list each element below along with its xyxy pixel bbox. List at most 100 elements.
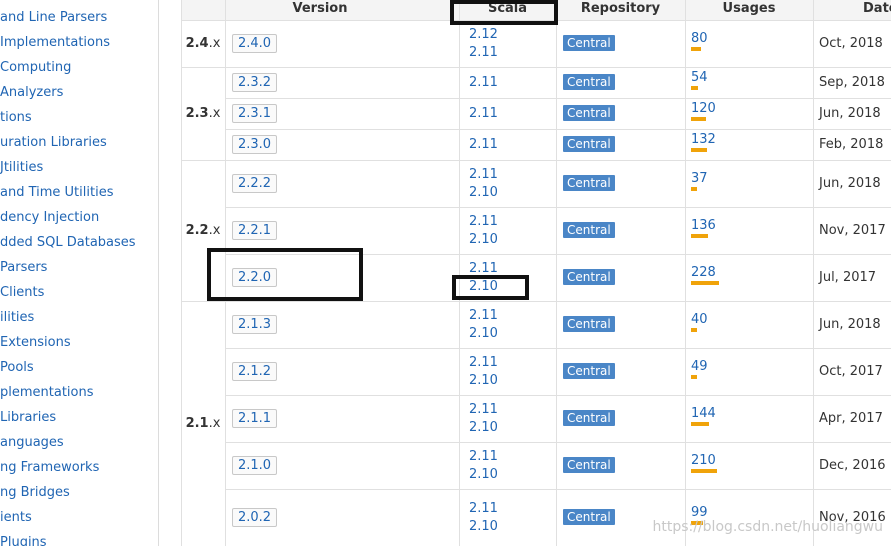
- repository-badge[interactable]: Central: [563, 135, 615, 152]
- sidebar-category-link[interactable]: Jtilities: [0, 159, 43, 177]
- sidebar-category-link[interactable]: ng Bridges: [0, 484, 70, 502]
- scala-version-link[interactable]: 2.10: [469, 372, 498, 390]
- sidebar-category-link[interactable]: and Line Parsers: [0, 9, 107, 27]
- repository-badge[interactable]: Central: [563, 456, 615, 473]
- scala-version-link[interactable]: 2.11: [469, 136, 498, 154]
- release-date: Jul, 2017: [819, 269, 877, 285]
- repository-badge[interactable]: Central: [563, 362, 615, 379]
- repository-badge[interactable]: Central: [563, 268, 615, 285]
- header-version[interactable]: Version: [181, 0, 459, 20]
- scala-version-link[interactable]: 2.11: [469, 448, 498, 466]
- version-link[interactable]: 2.2.1: [232, 220, 278, 240]
- version-link[interactable]: 2.0.2: [232, 507, 278, 527]
- repository-badge[interactable]: Central: [563, 409, 615, 426]
- sidebar-category-link[interactable]: Implementations: [0, 34, 110, 52]
- version-link[interactable]: 2.4.0: [232, 33, 278, 53]
- repository-badge[interactable]: Central: [563, 174, 615, 191]
- version-link[interactable]: 2.1.2: [232, 361, 278, 381]
- scala-version-link[interactable]: 2.10: [469, 466, 498, 484]
- usages-link[interactable]: 54: [691, 70, 708, 85]
- repository-badge[interactable]: Central: [563, 104, 615, 121]
- sidebar-category-link[interactable]: and Time Utilities: [0, 184, 113, 202]
- row-divider: [225, 207, 891, 208]
- header-usages[interactable]: Usages: [685, 0, 813, 20]
- watermark: https://blog.csdn.net/huoliangwu: [652, 519, 883, 535]
- scala-version-link[interactable]: 2.11: [469, 213, 498, 231]
- repository-badge[interactable]: Central: [563, 315, 615, 332]
- sidebar-category-link[interactable]: dency Injection: [0, 209, 99, 227]
- scala-version-link[interactable]: 2.10: [469, 325, 498, 343]
- usage-bar: [691, 327, 697, 332]
- sidebar-category-link[interactable]: Clients: [0, 284, 44, 302]
- sidebar-category-link[interactable]: uration Libraries: [0, 134, 107, 152]
- usage-bar: [691, 116, 706, 121]
- highlight-box-scala-header: [450, 0, 558, 25]
- usages-link[interactable]: 132: [691, 132, 716, 147]
- scala-version-link[interactable]: 2.11: [469, 74, 498, 92]
- scala-version-link[interactable]: 2.10: [469, 518, 498, 536]
- sidebar-category-link[interactable]: Analyzers: [0, 84, 63, 102]
- header-repository[interactable]: Repository: [556, 0, 685, 20]
- version-link[interactable]: 2.1.0: [232, 455, 278, 475]
- sidebar-category-link[interactable]: Pools: [0, 359, 34, 377]
- usages-link[interactable]: 210: [691, 453, 716, 468]
- version-link[interactable]: 2.3.2: [232, 72, 278, 92]
- sidebar-category-link[interactable]: anguages: [0, 434, 64, 452]
- usages-link[interactable]: 49: [691, 359, 708, 374]
- version-link[interactable]: 2.1.1: [232, 408, 278, 428]
- repository-badge[interactable]: Central: [563, 508, 615, 525]
- sidebar-category-link[interactable]: ilities: [0, 309, 34, 327]
- usages-link[interactable]: 40: [691, 312, 708, 327]
- sidebar-category-link[interactable]: plementations: [0, 384, 94, 402]
- sidebar-category-link[interactable]: ng Frameworks: [0, 459, 99, 477]
- header-date[interactable]: Date: [813, 0, 891, 20]
- sidebar-category-link[interactable]: dded SQL Databases: [0, 234, 136, 252]
- scala-version-link[interactable]: 2.12: [469, 26, 498, 44]
- scala-version-link[interactable]: 2.10: [469, 231, 498, 249]
- usages-link[interactable]: 99: [691, 505, 708, 520]
- release-date: Nov, 2017: [819, 222, 886, 238]
- usages-link[interactable]: 228: [691, 265, 716, 280]
- row-divider: [225, 301, 891, 302]
- scala-version-link[interactable]: 2.10: [469, 419, 498, 437]
- sidebar-category-link[interactable]: tions: [0, 109, 32, 127]
- version-link[interactable]: 2.3.0: [232, 134, 278, 154]
- usages-link[interactable]: 144: [691, 406, 716, 421]
- usage-bar: [691, 147, 707, 152]
- scala-version-link[interactable]: 2.11: [469, 105, 498, 123]
- scala-version-link[interactable]: 2.11: [469, 500, 498, 518]
- major-version-suffix: .x: [208, 105, 221, 121]
- row-divider: [225, 442, 891, 443]
- version-link[interactable]: 2.2.2: [232, 173, 278, 193]
- row-divider: [225, 160, 891, 161]
- category-sidebar: and Line Parsers Implementations Computin…: [0, 0, 159, 546]
- major-version-number: 2.2: [185, 222, 209, 238]
- versions-panel: Version Scala Repository Usages Date 2.4…: [160, 0, 891, 546]
- sidebar-category-link[interactable]: Plugins: [0, 534, 47, 546]
- row-divider: [225, 395, 891, 396]
- version-link[interactable]: 2.1.3: [232, 314, 278, 334]
- sidebar-category-link[interactable]: Libraries: [0, 409, 56, 427]
- repository-badge[interactable]: Central: [563, 221, 615, 238]
- usages-link[interactable]: 120: [691, 101, 716, 116]
- repository-badge[interactable]: Central: [563, 34, 615, 51]
- sidebar-category-link[interactable]: Extensions: [0, 334, 71, 352]
- sidebar-category-link[interactable]: ients: [0, 509, 32, 527]
- usages-link[interactable]: 80: [691, 31, 708, 46]
- scala-version-link[interactable]: 2.11: [469, 307, 498, 325]
- scala-version-link[interactable]: 2.11: [469, 166, 498, 184]
- usage-bar: [691, 186, 697, 191]
- scala-version-link[interactable]: 2.11: [469, 354, 498, 372]
- version-link[interactable]: 2.3.1: [232, 103, 278, 123]
- sidebar-category-link[interactable]: Computing: [0, 59, 71, 77]
- usage-bar: [691, 421, 709, 426]
- scala-version-link[interactable]: 2.11: [469, 44, 498, 62]
- row-divider: [225, 348, 891, 349]
- sidebar-category-link[interactable]: Parsers: [0, 259, 47, 277]
- repository-badge[interactable]: Central: [563, 73, 615, 90]
- usages-link[interactable]: 136: [691, 218, 716, 233]
- scala-version-link[interactable]: 2.10: [469, 184, 498, 202]
- usages-link[interactable]: 37: [691, 171, 708, 186]
- scala-version-link[interactable]: 2.11: [469, 401, 498, 419]
- row-divider: [225, 129, 891, 130]
